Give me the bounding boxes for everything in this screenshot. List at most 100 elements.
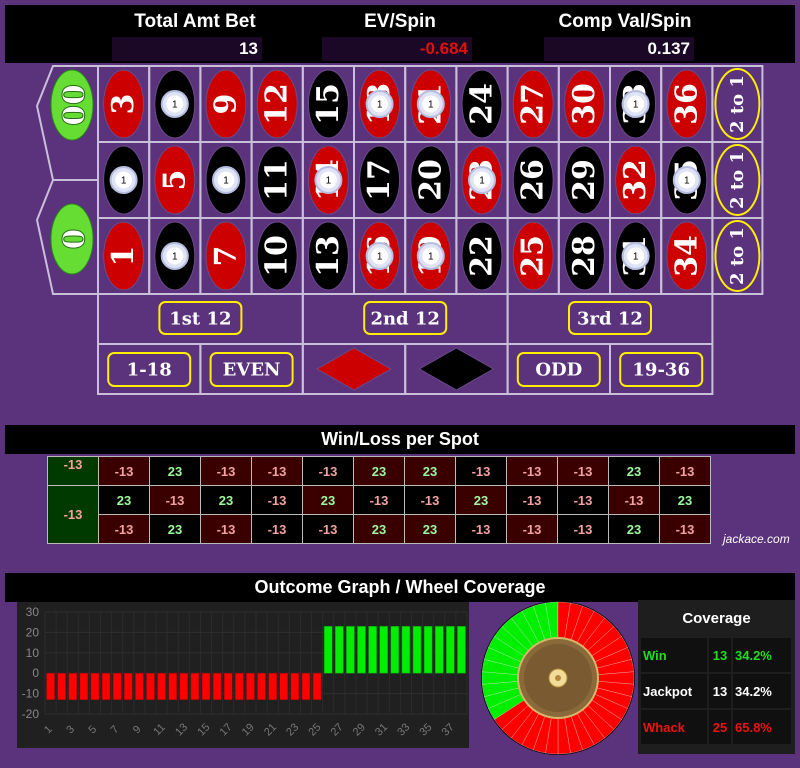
number-label: 13 bbox=[311, 235, 346, 277]
winloss-cell-32: -13 bbox=[608, 485, 660, 515]
number-cell-13[interactable]: 13 bbox=[301, 217, 355, 295]
wheel-coverage bbox=[481, 601, 635, 755]
dozen-bet-3[interactable]: 3rd 12 bbox=[506, 293, 714, 345]
winloss-cell-12: -13 bbox=[251, 456, 303, 486]
x-tick-label: 3 bbox=[64, 723, 77, 736]
number-cell-33[interactable]: 331 bbox=[609, 65, 663, 143]
number-cell-2[interactable]: 21 bbox=[97, 141, 151, 219]
x-tick-label: 5 bbox=[86, 723, 99, 736]
number-cell-25[interactable]: 25 bbox=[506, 217, 560, 295]
number-cell-31[interactable]: 311 bbox=[609, 217, 663, 295]
coverage-label: Whack bbox=[641, 710, 707, 744]
coverage-title: Coverage bbox=[682, 610, 751, 627]
number-label: 1 bbox=[106, 246, 141, 267]
column-bet-3[interactable]: 2 to 1 bbox=[711, 217, 764, 295]
number-cell-9[interactable]: 9 bbox=[199, 65, 253, 143]
y-tick-label: -10 bbox=[22, 687, 40, 701]
winloss-cell-13: -13 bbox=[302, 514, 354, 544]
total-bet-value: 13 bbox=[112, 37, 262, 61]
bar-23 bbox=[290, 672, 300, 701]
zero-number: 00 bbox=[55, 84, 90, 126]
number-cell-23[interactable]: 231 bbox=[455, 141, 509, 219]
number-cell-21[interactable]: 211 bbox=[404, 65, 458, 143]
chip[interactable]: 1 bbox=[109, 166, 138, 194]
dozen-bet-1[interactable]: 1st 12 bbox=[97, 293, 304, 345]
number-cell-15[interactable]: 15 bbox=[301, 65, 355, 143]
outside-bet-red-diamond[interactable] bbox=[301, 343, 407, 395]
number-cell-18[interactable]: 181 bbox=[353, 65, 407, 143]
chip[interactable]: 1 bbox=[416, 90, 445, 118]
number-cell-27[interactable]: 27 bbox=[506, 65, 560, 143]
chip[interactable]: 1 bbox=[621, 242, 650, 270]
number-cell-8[interactable]: 81 bbox=[199, 141, 253, 219]
bar-20 bbox=[257, 672, 266, 701]
number-cell-29[interactable]: 29 bbox=[557, 141, 611, 219]
dozen-bet-2[interactable]: 2nd 12 bbox=[301, 293, 509, 345]
chip[interactable]: 1 bbox=[160, 90, 189, 118]
coverage-label: Win bbox=[641, 638, 707, 672]
number-cell-34[interactable]: 34 bbox=[660, 217, 714, 295]
svg-text:EVEN: EVEN bbox=[223, 360, 281, 381]
winloss-cell-0: -13 bbox=[47, 485, 99, 544]
chip[interactable]: 1 bbox=[212, 166, 240, 194]
column-bet-2[interactable]: 2 to 1 bbox=[711, 141, 764, 219]
number-cell-30[interactable]: 30 bbox=[557, 65, 611, 143]
number-label: 15 bbox=[311, 83, 346, 125]
number-cell-26[interactable]: 26 bbox=[506, 141, 560, 219]
x-tick-label: 11 bbox=[151, 722, 168, 739]
outcome-graph: 3020100-10-201 3 5 7 9 11 13 15 17 19 21 23 25 27 29 31… bbox=[17, 602, 469, 748]
bar-3 bbox=[68, 672, 78, 701]
number-cell-24[interactable]: 24 bbox=[455, 65, 509, 143]
chip[interactable]: 1 bbox=[416, 242, 445, 270]
chip[interactable]: 1 bbox=[365, 242, 394, 270]
winloss-cell-17: -13 bbox=[353, 485, 405, 515]
outside-bet-1-18[interactable]: 1-18 bbox=[97, 343, 202, 395]
chip[interactable]: 1 bbox=[160, 242, 189, 270]
number-cell-6[interactable]: 61 bbox=[148, 65, 202, 143]
svg-text:3rd 12: 3rd 12 bbox=[577, 309, 643, 330]
chip[interactable]: 1 bbox=[621, 90, 650, 118]
bar-9 bbox=[135, 672, 144, 701]
column-bet-1[interactable]: 2 to 1 bbox=[711, 65, 764, 143]
total-bet-stat: Total Amt Bet 13 bbox=[95, 5, 295, 61]
outside-bet-19-36[interactable]: 19-36 bbox=[609, 343, 714, 395]
number-cell-36[interactable]: 36 bbox=[660, 65, 714, 143]
number-cell-11[interactable]: 11 bbox=[250, 141, 304, 219]
outcome-title: Outcome Graph / Wheel Coverage bbox=[5, 573, 795, 602]
number-cell-5[interactable]: 5 bbox=[148, 141, 202, 219]
outside-bet-even[interactable]: EVEN bbox=[199, 343, 304, 395]
number-cell-35[interactable]: 351 bbox=[660, 141, 714, 219]
outside-bet-odd[interactable]: ODD bbox=[506, 343, 612, 395]
number-cell-16[interactable]: 161 bbox=[353, 217, 407, 295]
number-cell-12[interactable]: 12 bbox=[250, 65, 304, 143]
number-cell-17[interactable]: 17 bbox=[353, 141, 407, 219]
chip[interactable]: 1 bbox=[314, 166, 343, 194]
chip[interactable]: 1 bbox=[365, 90, 394, 118]
number-cell-19[interactable]: 191 bbox=[404, 217, 458, 295]
svg-text:1st 12: 1st 12 bbox=[169, 309, 231, 330]
number-cell-3[interactable]: 3 bbox=[97, 65, 151, 143]
credit-link[interactable]: jackace.com bbox=[723, 532, 790, 546]
outside-bet-black-diamond[interactable] bbox=[404, 343, 509, 395]
svg-text:1: 1 bbox=[223, 176, 229, 187]
number-cell-7[interactable]: 7 bbox=[199, 217, 253, 295]
bar-4 bbox=[79, 672, 89, 701]
number-label: 27 bbox=[516, 83, 551, 125]
svg-text:1: 1 bbox=[633, 252, 639, 263]
number-cell-10[interactable]: 10 bbox=[250, 217, 304, 295]
number-cell-22[interactable]: 22 bbox=[455, 217, 509, 295]
bar-27 bbox=[334, 625, 344, 674]
x-tick-label: 9 bbox=[131, 723, 144, 736]
chip[interactable]: 1 bbox=[672, 166, 701, 194]
number-cell-20[interactable]: 20 bbox=[404, 141, 458, 219]
number-cell-28[interactable]: 28 bbox=[557, 217, 611, 295]
number-cell-14[interactable]: 141 bbox=[301, 141, 355, 219]
winloss-cell-1: -13 bbox=[98, 514, 150, 544]
chip[interactable]: 1 bbox=[468, 166, 496, 194]
number-cell-32[interactable]: 32 bbox=[609, 141, 663, 219]
bar-19 bbox=[246, 672, 255, 701]
number-cell-1[interactable]: 1 bbox=[97, 217, 151, 295]
number-cell-4[interactable]: 41 bbox=[148, 217, 202, 295]
winloss-cell-33: 23 bbox=[608, 456, 660, 486]
svg-text:1: 1 bbox=[121, 176, 127, 187]
